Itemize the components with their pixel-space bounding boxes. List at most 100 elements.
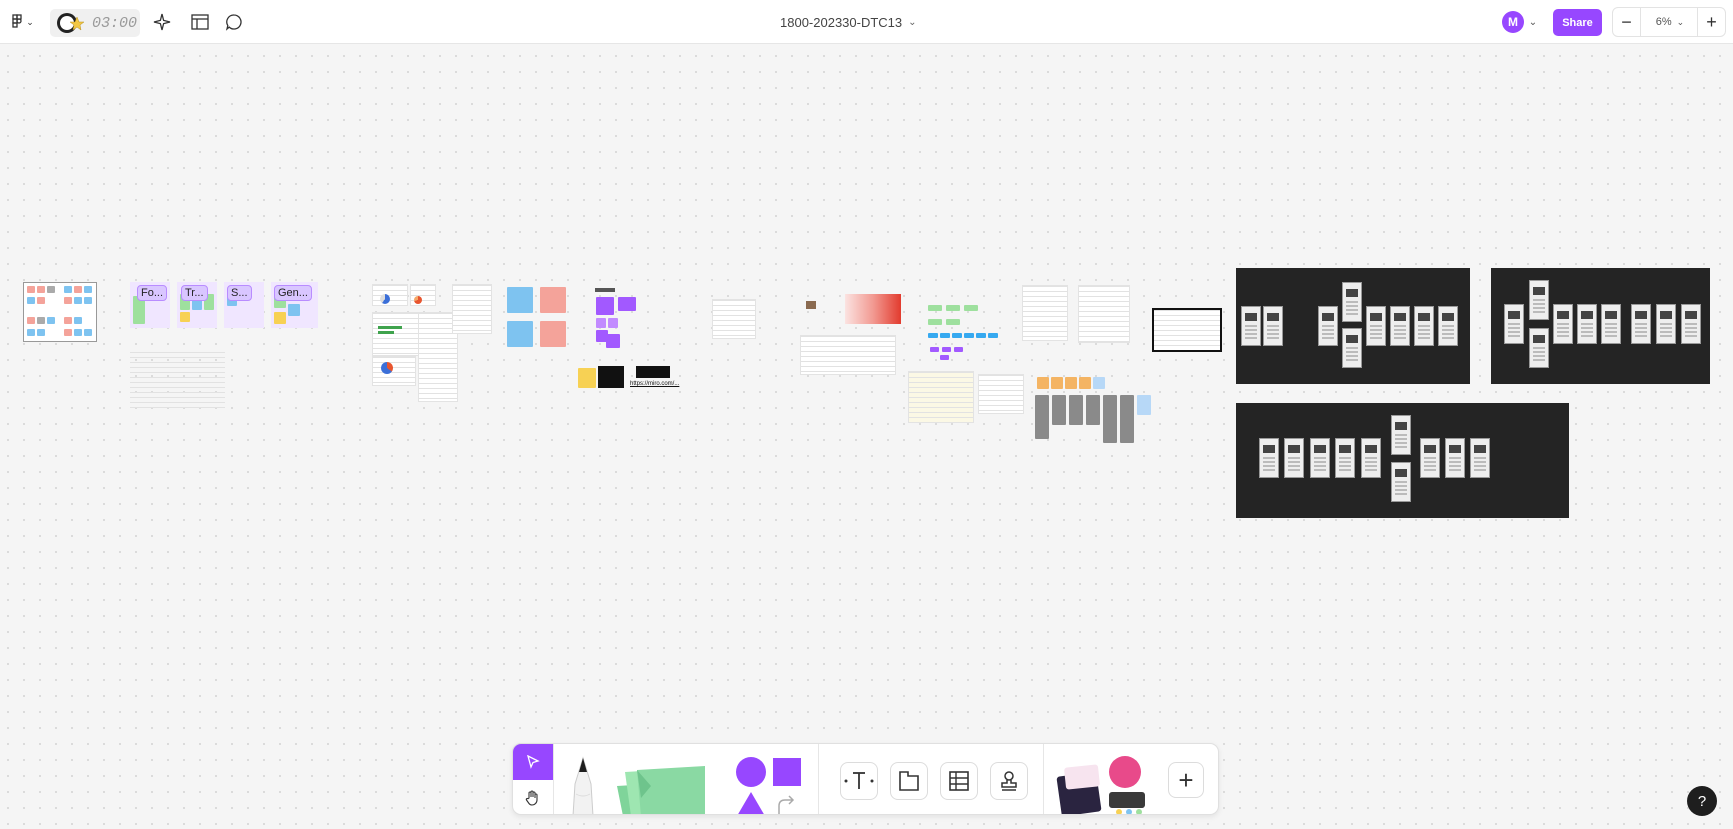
flow-node[interactable] xyxy=(964,305,978,311)
sticky-note[interactable] xyxy=(507,287,533,313)
wireframe-screen[interactable] xyxy=(1631,304,1651,344)
sticky-note[interactable] xyxy=(540,287,566,313)
document-card[interactable] xyxy=(1022,285,1068,341)
kanban-header[interactable] xyxy=(1037,377,1049,389)
sticky-note[interactable] xyxy=(596,318,606,328)
share-button[interactable]: Share xyxy=(1553,9,1602,36)
sticky-note[interactable] xyxy=(27,329,35,336)
kanban-column[interactable] xyxy=(1086,395,1100,425)
table-doc[interactable] xyxy=(180,352,220,412)
section-group[interactable]: Fo... Tr... S... Gen... xyxy=(130,282,318,332)
sticky-note[interactable] xyxy=(27,297,35,304)
sticky-note[interactable] xyxy=(84,297,92,304)
marker-tool[interactable] xyxy=(565,754,601,814)
pie-chart-thumbnail[interactable] xyxy=(380,294,390,304)
move-tool[interactable] xyxy=(513,744,553,780)
add-more-button[interactable]: + xyxy=(1168,762,1204,798)
section-label[interactable]: S... xyxy=(227,285,252,301)
sticky-note[interactable] xyxy=(47,317,55,324)
sticky-note[interactable] xyxy=(578,368,596,388)
wireframe-screen[interactable] xyxy=(1414,306,1434,346)
sticky-note[interactable] xyxy=(274,312,286,324)
link-card[interactable]: https://miro.com/... xyxy=(630,381,679,387)
flow-node[interactable] xyxy=(928,319,942,325)
wireframe-screen[interactable] xyxy=(1318,306,1338,346)
flow-node[interactable] xyxy=(952,333,962,338)
sticky-note[interactable] xyxy=(37,297,45,304)
kanban-header[interactable] xyxy=(1093,377,1105,389)
sticky-note[interactable] xyxy=(37,329,45,336)
flow-node[interactable] xyxy=(942,347,951,352)
sticky-grid-board[interactable] xyxy=(23,282,97,342)
pie-chart-thumbnail[interactable] xyxy=(414,296,422,304)
widgets-tool[interactable] xyxy=(1055,754,1155,814)
sketch-card[interactable] xyxy=(978,374,1024,414)
sticky-note[interactable] xyxy=(507,321,533,347)
sticky-note[interactable] xyxy=(288,304,300,316)
flow-node[interactable] xyxy=(928,305,942,311)
canvas[interactable]: Fo... Tr... S... Gen... https://miro.com… xyxy=(0,44,1733,829)
avatar[interactable]: M xyxy=(1502,11,1524,33)
kanban-column[interactable] xyxy=(1069,395,1083,425)
kanban-header[interactable] xyxy=(1079,377,1091,389)
section-label[interactable]: Gen... xyxy=(274,285,312,301)
sticky-note[interactable] xyxy=(64,297,72,304)
sticky-note[interactable] xyxy=(27,286,35,293)
sticky-note[interactable] xyxy=(608,318,618,328)
text-tool[interactable] xyxy=(840,762,878,800)
chevron-down-icon[interactable]: ⌄ xyxy=(1527,15,1539,29)
wireframe-screen[interactable] xyxy=(1259,438,1279,478)
sticky-note[interactable] xyxy=(27,317,35,324)
sticky-note[interactable] xyxy=(74,297,82,304)
sketch-card[interactable] xyxy=(908,371,974,423)
wireframe-frame[interactable] xyxy=(1236,403,1569,518)
flow-node[interactable] xyxy=(930,347,939,352)
image-thumbnail[interactable] xyxy=(806,301,816,309)
wireframe-screen[interactable] xyxy=(1529,328,1549,368)
hand-tool[interactable] xyxy=(513,780,553,814)
sticky-note[interactable] xyxy=(64,329,72,336)
wireframe-screen[interactable] xyxy=(1342,282,1362,322)
kanban-column[interactable] xyxy=(1120,395,1134,443)
wireframe-screen[interactable] xyxy=(1656,304,1676,344)
templates-button[interactable] xyxy=(188,10,212,34)
sticky-note[interactable] xyxy=(596,297,614,315)
sticky-note[interactable] xyxy=(618,297,636,311)
flow-node[interactable] xyxy=(928,333,938,338)
kanban-board[interactable] xyxy=(1032,371,1156,445)
dashboard-card[interactable] xyxy=(372,356,416,386)
flow-node[interactable] xyxy=(940,333,950,338)
wireframe-screen[interactable] xyxy=(1553,304,1573,344)
flow-node[interactable] xyxy=(976,333,986,338)
kanban-column[interactable] xyxy=(1035,395,1049,439)
table-tool[interactable] xyxy=(940,762,978,800)
flow-node[interactable] xyxy=(940,355,949,360)
wireframe-screen[interactable] xyxy=(1241,306,1261,346)
wireframe-screen[interactable] xyxy=(1681,304,1701,344)
wireframe-screen[interactable] xyxy=(1390,306,1410,346)
zoom-level-dropdown[interactable]: 6% ⌄ xyxy=(1641,8,1699,36)
timer-widget[interactable]: 03:00 xyxy=(50,9,140,37)
kanban-column[interactable] xyxy=(1103,395,1117,443)
wireframe-screen[interactable] xyxy=(1470,438,1490,478)
flow-node[interactable] xyxy=(946,305,960,311)
kanban-header[interactable] xyxy=(1065,377,1077,389)
pie-chart-thumbnail[interactable] xyxy=(381,362,393,374)
flow-node[interactable] xyxy=(954,347,963,352)
stamp-tool[interactable] xyxy=(990,762,1028,800)
wireframe-screen[interactable] xyxy=(1366,306,1386,346)
sticky-note[interactable] xyxy=(64,286,72,293)
wireframe-screen[interactable] xyxy=(1420,438,1440,478)
sticky-note[interactable] xyxy=(74,286,82,293)
sticky-note[interactable] xyxy=(37,286,45,293)
sticky-note[interactable] xyxy=(84,329,92,336)
sticky-note[interactable] xyxy=(606,334,620,348)
table-doc[interactable] xyxy=(800,335,896,375)
zoom-in-button[interactable]: + xyxy=(1697,8,1725,36)
wireframe-screen[interactable] xyxy=(1310,438,1330,478)
bar-thumbnail[interactable] xyxy=(378,331,394,334)
wireframe-screen[interactable] xyxy=(1335,438,1355,478)
mindmap-frame[interactable] xyxy=(1152,308,1222,352)
sticky-note[interactable] xyxy=(84,286,92,293)
dashboard-card[interactable] xyxy=(410,284,436,306)
